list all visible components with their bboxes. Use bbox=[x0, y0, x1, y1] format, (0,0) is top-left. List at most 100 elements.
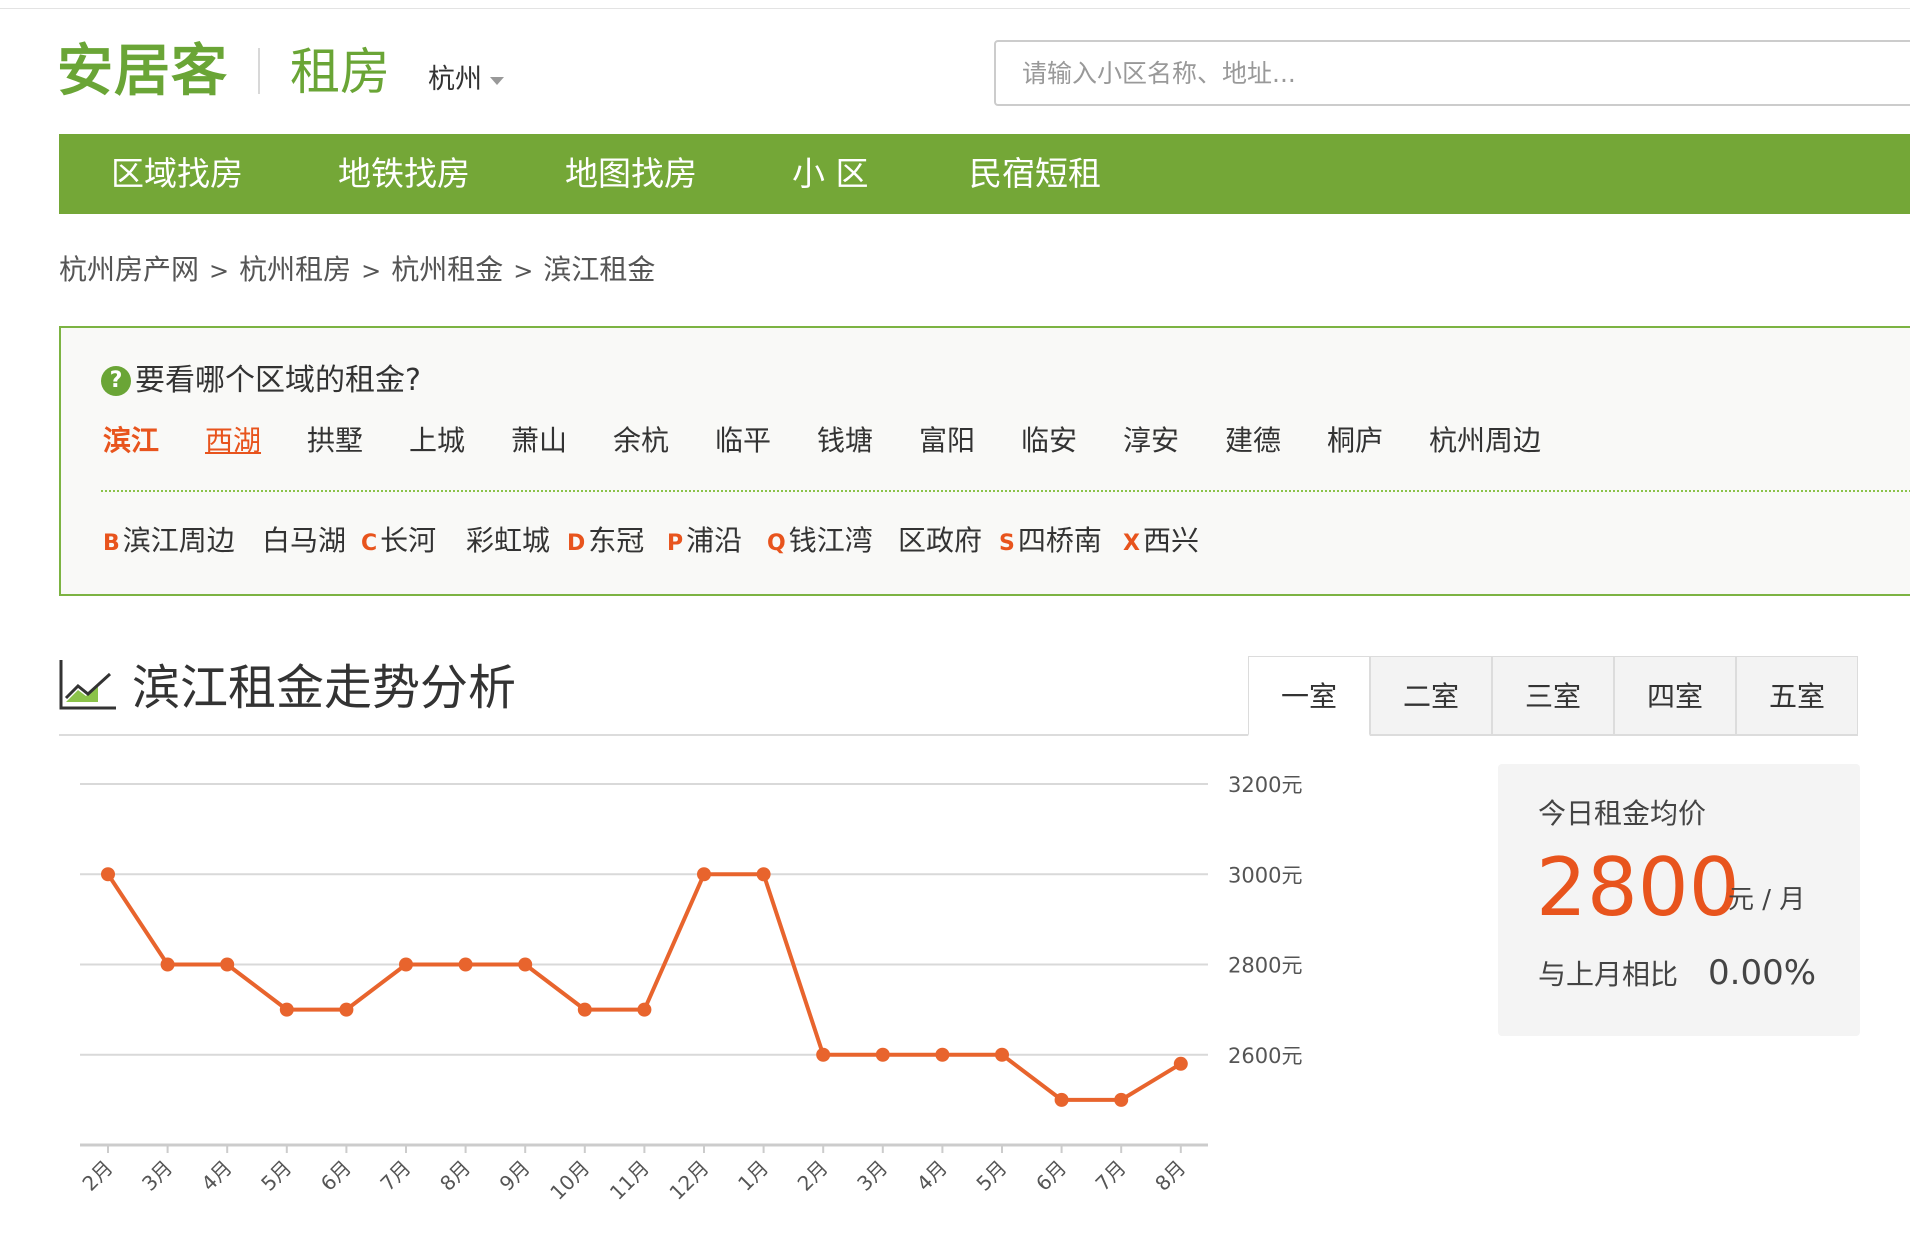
data-point bbox=[875, 1047, 890, 1062]
section-title[interactable]: 租房 bbox=[290, 40, 390, 104]
district-linping[interactable]: 临平 bbox=[715, 420, 771, 462]
x-tick-label: 7月 bbox=[375, 1156, 415, 1196]
region-question: 要看哪个区域的租金? bbox=[135, 363, 421, 398]
district-yuhang[interactable]: 余杭 bbox=[613, 420, 669, 462]
breadcrumb-separator: > bbox=[209, 257, 230, 285]
city-selector[interactable]: 杭州 bbox=[428, 60, 504, 100]
subarea-dongguan[interactable]: D 东冠 bbox=[567, 520, 644, 565]
data-point bbox=[1114, 1092, 1129, 1107]
nav-subway-search[interactable]: 地铁找房 bbox=[338, 134, 470, 214]
x-tick-label: 2月 bbox=[77, 1156, 117, 1196]
subarea-letter: S bbox=[999, 531, 1015, 556]
logo-divider bbox=[258, 48, 260, 94]
district-xihu[interactable]: 西湖 bbox=[205, 420, 261, 462]
district-xiaoshan[interactable]: 萧山 bbox=[511, 420, 567, 462]
tab-three-room[interactable]: 三室 bbox=[1492, 656, 1614, 736]
subarea-xixing[interactable]: X 西兴 bbox=[1123, 520, 1199, 565]
top-divider bbox=[0, 8, 1910, 9]
x-tick-label: 8月 bbox=[1150, 1156, 1190, 1196]
district-chunan[interactable]: 淳安 bbox=[1123, 420, 1179, 462]
data-point bbox=[458, 957, 473, 972]
subarea-name: 滨江周边 bbox=[122, 524, 235, 557]
district-hangzhou-surroundings[interactable]: 杭州周边 bbox=[1429, 420, 1541, 462]
breadcrumb-hangzhou-rent[interactable]: 杭州租房 bbox=[239, 253, 351, 286]
breadcrumb-hangzhou-house[interactable]: 杭州房产网 bbox=[59, 253, 199, 286]
nav-map-search[interactable]: 地图找房 bbox=[565, 134, 697, 214]
trend-title: 滨江租金走势分析 bbox=[132, 660, 517, 716]
district-shangcheng[interactable]: 上城 bbox=[409, 420, 465, 462]
subarea-district-government[interactable]: 区政府 bbox=[895, 520, 982, 565]
chevron-down-icon bbox=[490, 76, 504, 85]
x-tick-label: 9月 bbox=[495, 1156, 535, 1196]
data-point bbox=[220, 957, 235, 972]
x-tick-label: 2月 bbox=[793, 1156, 833, 1196]
data-point bbox=[1054, 1092, 1069, 1107]
district-jiande[interactable]: 建德 bbox=[1225, 420, 1281, 462]
subarea-letter: P bbox=[667, 531, 684, 556]
x-tick-label: 12月 bbox=[664, 1156, 713, 1205]
series-line bbox=[106, 872, 1182, 1102]
subarea-name: 白马湖 bbox=[262, 524, 347, 557]
nav-community[interactable]: 小 区 bbox=[792, 134, 869, 214]
data-point bbox=[756, 867, 771, 882]
subarea-letter: C bbox=[361, 531, 378, 556]
district-fuyang[interactable]: 富阳 bbox=[919, 420, 975, 462]
x-tick-label: 4月 bbox=[197, 1156, 237, 1196]
tab-one-room[interactable]: 一室 bbox=[1248, 656, 1370, 736]
today-price-card: 今日租金均价 2800 元 / 月 与上月相比 0.00% bbox=[1498, 764, 1860, 1036]
subarea-binjiang-surroundings[interactable]: B 滨江周边 bbox=[103, 520, 235, 565]
subarea-name: 长河 bbox=[380, 524, 437, 557]
x-tick-label: 4月 bbox=[912, 1156, 952, 1196]
subarea-letter: Q bbox=[767, 531, 786, 556]
subarea-changhe[interactable]: C 长河 bbox=[361, 520, 436, 565]
subarea-letter: B bbox=[103, 531, 120, 556]
x-tick-label: 5月 bbox=[971, 1156, 1011, 1196]
y-tick-label: 3200元 bbox=[1228, 773, 1302, 797]
data-point bbox=[399, 957, 413, 972]
district-gongshu[interactable]: 拱墅 bbox=[307, 420, 363, 462]
district-binjiang[interactable]: 滨江 bbox=[103, 420, 159, 462]
district-linan[interactable]: 临安 bbox=[1021, 420, 1077, 462]
y-tick-label: 2600元 bbox=[1228, 1044, 1302, 1068]
trend-chart-icon bbox=[59, 660, 116, 710]
subarea-name: 西兴 bbox=[1142, 524, 1199, 557]
district-qiantang[interactable]: 钱塘 bbox=[817, 420, 873, 462]
y-tick-label: 3000元 bbox=[1228, 863, 1302, 887]
district-tonglu[interactable]: 桐庐 bbox=[1327, 420, 1383, 462]
breadcrumb: 杭州房产网 > 杭州租房 > 杭州租金 > 滨江租金 bbox=[59, 250, 655, 291]
nav-area-search[interactable]: 区域找房 bbox=[111, 134, 243, 214]
subarea-name: 彩虹城 bbox=[466, 524, 551, 557]
nav-short-rental[interactable]: 民宿短租 bbox=[969, 134, 1101, 214]
city-label: 杭州 bbox=[428, 64, 482, 95]
data-point bbox=[697, 867, 711, 882]
question-icon: ? bbox=[101, 366, 131, 396]
subarea-name: 钱江湾 bbox=[788, 524, 873, 557]
rent-trend-chart: 3200元3000元2800元2600元2月 3月 4月 5月 6月 7月 8月 9月 10月 1… bbox=[77, 773, 1302, 1205]
x-tick-label: 3月 bbox=[852, 1156, 892, 1196]
subarea-qianjiangwan[interactable]: Q 钱江湾 bbox=[767, 520, 873, 565]
subarea-letter: D bbox=[567, 531, 586, 556]
subarea-puyan[interactable]: P 浦沿 bbox=[667, 520, 742, 565]
breadcrumb-separator: > bbox=[513, 257, 534, 285]
data-point bbox=[1173, 1056, 1188, 1071]
subarea-caihongcheng[interactable]: 彩虹城 bbox=[463, 520, 550, 565]
tab-four-room[interactable]: 四室 bbox=[1614, 656, 1736, 736]
data-point bbox=[995, 1047, 1009, 1062]
breadcrumb-hangzhou-rent-price[interactable]: 杭州租金 bbox=[391, 253, 503, 286]
search-input[interactable] bbox=[994, 40, 1910, 106]
site-logo[interactable]: 安居客 bbox=[57, 40, 228, 104]
x-tick-label: 5月 bbox=[256, 1156, 296, 1196]
subarea-letter: X bbox=[1123, 531, 1140, 556]
x-tick-label: 6月 bbox=[316, 1156, 356, 1196]
data-point bbox=[518, 957, 533, 972]
x-tick-label: 1月 bbox=[733, 1156, 773, 1196]
tab-five-room[interactable]: 五室 bbox=[1736, 656, 1858, 736]
subarea-name: 区政府 bbox=[898, 524, 983, 557]
region-filter-panel: ? 要看哪个区域的租金? 滨江 西湖 拱墅 上城 萧山 余杭 临平 钱塘 富阳 … bbox=[59, 326, 1910, 596]
data-point bbox=[637, 1002, 652, 1017]
subarea-siqiaonan[interactable]: S 四桥南 bbox=[999, 520, 1102, 565]
tab-two-room[interactable]: 二室 bbox=[1370, 656, 1492, 736]
breadcrumb-binjiang-rent-price[interactable]: 滨江租金 bbox=[543, 253, 655, 286]
subarea-baimahu[interactable]: 白马湖 bbox=[259, 520, 346, 565]
price-value: 2800 bbox=[1536, 841, 1740, 934]
